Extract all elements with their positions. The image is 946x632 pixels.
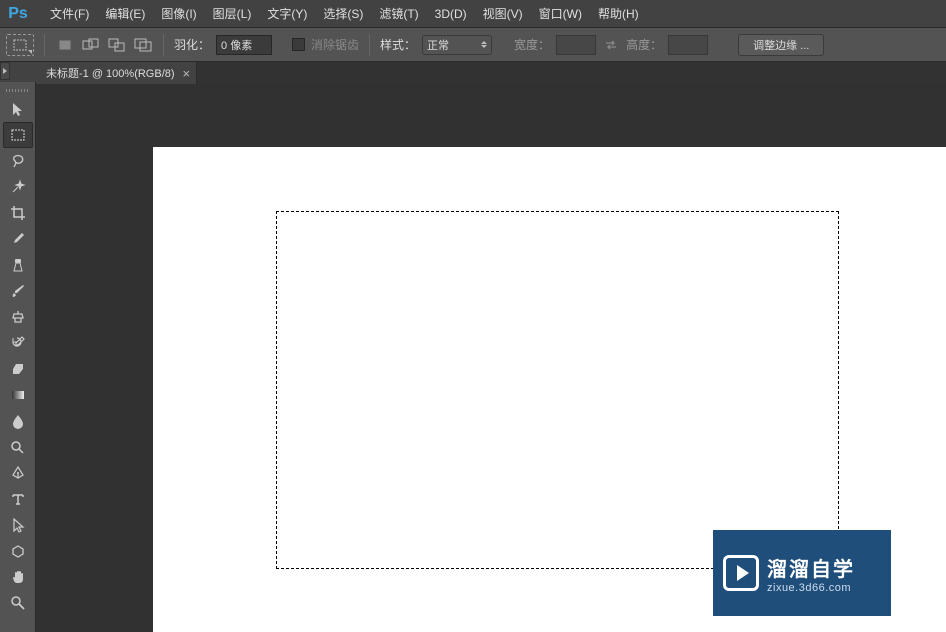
separator [44, 34, 45, 56]
menu-help[interactable]: 帮助(H) [590, 1, 647, 26]
separator [163, 34, 164, 56]
menu-3d[interactable]: 3D(D) [427, 3, 475, 25]
pen-tool[interactable] [3, 460, 33, 486]
app-logo: Ps [6, 5, 30, 23]
menu-view[interactable]: 视图(V) [475, 1, 531, 26]
menu-type[interactable]: 文字(Y) [259, 1, 315, 26]
menu-filter[interactable]: 滤镜(T) [371, 1, 426, 26]
options-bar: 羽化： 消除锯齿 样式： 正常 宽度： 高度： 调整边缘 ... [0, 28, 946, 62]
hand-tool[interactable] [3, 564, 33, 590]
menu-bar: Ps 文件(F) 编辑(E) 图像(I) 图层(L) 文字(Y) 选择(S) 滤… [0, 0, 946, 28]
tool-preset-picker[interactable] [6, 34, 34, 56]
anti-alias-label: 消除锯齿 [311, 36, 359, 53]
anti-alias-checkbox [292, 38, 305, 51]
menu-edit[interactable]: 编辑(E) [97, 1, 153, 26]
dock-expand-grip[interactable] [0, 62, 10, 80]
dodge-tool[interactable] [3, 434, 33, 460]
brush-tool[interactable] [3, 278, 33, 304]
refine-edge-button[interactable]: 调整边缘 ... [738, 34, 824, 56]
canvas-area[interactable]: 溜溜自学 zixue.3d66.com [36, 84, 946, 632]
width-input [556, 35, 596, 55]
menu-file[interactable]: 文件(F) [42, 1, 97, 26]
height-input [668, 35, 708, 55]
subtract-from-selection-icon[interactable] [107, 36, 127, 54]
lasso-tool[interactable] [3, 148, 33, 174]
width-label: 宽度： [514, 36, 550, 53]
watermark: 溜溜自学 zixue.3d66.com [713, 530, 891, 616]
new-selection-icon[interactable] [55, 36, 75, 54]
gradient-tool[interactable] [3, 382, 33, 408]
feather-input[interactable] [216, 35, 272, 55]
document-tab[interactable]: 未标题-1 @ 100%(RGB/8) × [36, 62, 197, 84]
height-label: 高度： [626, 36, 662, 53]
menu-window[interactable]: 窗口(W) [531, 1, 590, 26]
blur-tool[interactable] [3, 408, 33, 434]
type-tool[interactable] [3, 486, 33, 512]
eyedropper-tool[interactable] [3, 226, 33, 252]
style-label: 样式： [380, 36, 416, 53]
watermark-title: 溜溜自学 [767, 553, 855, 582]
clone-stamp-tool[interactable] [3, 304, 33, 330]
magic-wand-tool[interactable] [3, 174, 33, 200]
document-tab-title: 未标题-1 @ 100%(RGB/8) [46, 65, 175, 81]
add-to-selection-icon[interactable] [81, 36, 101, 54]
spot-healing-tool[interactable] [3, 252, 33, 278]
marquee-tool[interactable] [3, 122, 33, 148]
tools-panel [0, 82, 36, 632]
menu-layer[interactable]: 图层(L) [205, 1, 260, 26]
move-tool[interactable] [3, 96, 33, 122]
zoom-tool[interactable] [3, 590, 33, 616]
shape-tool[interactable] [3, 538, 33, 564]
menu-select[interactable]: 选择(S) [315, 1, 371, 26]
panel-grip[interactable] [2, 86, 34, 94]
menu-image[interactable]: 图像(I) [153, 1, 204, 26]
eraser-tool[interactable] [3, 356, 33, 382]
intersect-selection-icon[interactable] [133, 36, 153, 54]
document-tab-bar: 未标题-1 @ 100%(RGB/8) × [36, 62, 946, 84]
crop-tool[interactable] [3, 200, 33, 226]
selection-marquee [276, 211, 839, 569]
watermark-url: zixue.3d66.com [767, 582, 855, 594]
close-icon[interactable]: × [183, 66, 191, 81]
play-icon [723, 555, 759, 591]
style-dropdown[interactable]: 正常 [422, 35, 492, 55]
history-brush-tool[interactable] [3, 330, 33, 356]
path-selection-tool[interactable] [3, 512, 33, 538]
separator [369, 34, 370, 56]
feather-label: 羽化： [174, 36, 210, 53]
swap-dimensions-icon [602, 36, 620, 54]
style-value: 正常 [427, 37, 449, 53]
